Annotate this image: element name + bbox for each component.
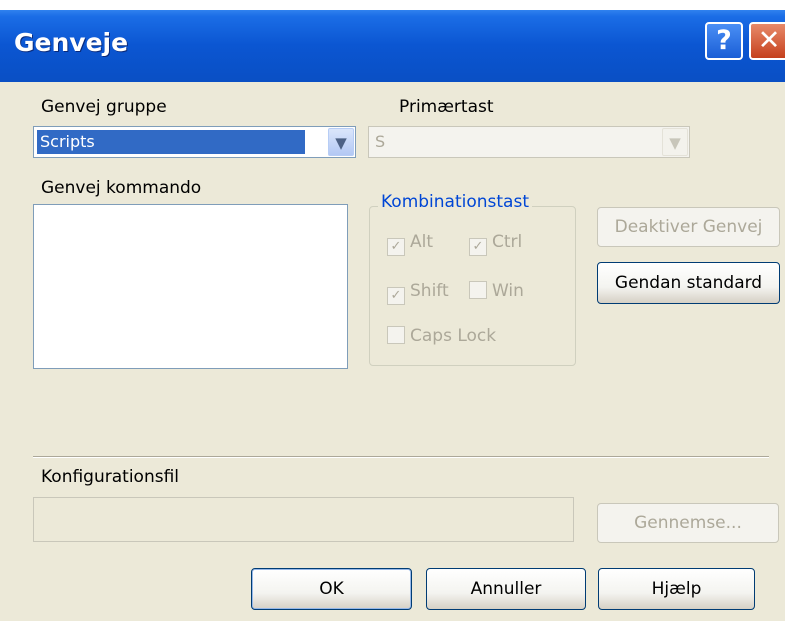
browse-button[interactable]: Gennemse... — [597, 503, 779, 543]
window-title: Genveje — [14, 28, 129, 57]
shift-label: Shift — [410, 281, 449, 301]
cancel-button[interactable]: Annuller — [426, 568, 586, 610]
group-label: Genvej gruppe — [41, 97, 167, 117]
alt-checkbox[interactable]: ✓ Alt — [387, 231, 433, 256]
chevron-down-icon[interactable]: ▼ — [328, 128, 354, 156]
checkbox-empty-icon — [387, 326, 405, 344]
chevron-down-icon[interactable]: ▼ — [662, 128, 688, 156]
alt-label: Alt — [410, 232, 434, 252]
group-select-value: Scripts — [37, 130, 305, 154]
shift-checkbox[interactable]: ✓ Shift — [387, 280, 449, 305]
caps-lock-label: Caps Lock — [410, 326, 497, 346]
divider — [33, 456, 769, 458]
close-button[interactable]: ✕ — [749, 22, 785, 60]
caps-lock-checkbox[interactable]: Caps Lock — [387, 325, 496, 347]
restore-default-button[interactable]: Gendan standard — [597, 262, 780, 304]
combination-group-title: Kombinationstast — [378, 192, 532, 212]
command-list[interactable] — [33, 204, 348, 369]
config-file-field — [33, 497, 574, 542]
win-label: Win — [492, 281, 524, 301]
primary-key-select[interactable]: S ▼ — [368, 126, 690, 158]
group-select[interactable]: Scripts ▼ — [33, 126, 356, 158]
check-icon: ✓ — [387, 287, 405, 305]
check-icon: ✓ — [387, 238, 405, 256]
ok-button[interactable]: OK — [251, 568, 412, 610]
ctrl-checkbox[interactable]: ✓ Ctrl — [469, 231, 522, 256]
checkbox-empty-icon — [469, 281, 487, 299]
title-bar: Genveje ? ✕ — [0, 0, 785, 82]
check-icon: ✓ — [469, 238, 487, 256]
disable-shortcut-button[interactable]: Deaktiver Genvej — [597, 207, 780, 247]
primary-key-value: S — [375, 132, 386, 151]
help-button[interactable]: Hjælp — [598, 568, 755, 610]
ctrl-label: Ctrl — [492, 232, 523, 252]
question-icon: ? — [716, 25, 732, 56]
primary-key-label: Primærtast — [399, 97, 494, 117]
help-title-button[interactable]: ? — [705, 22, 743, 60]
config-file-label: Konfigurationsfil — [41, 467, 180, 487]
dialog-window: Genveje ? ✕ Genvej gruppe Scripts ▼ Prim… — [0, 0, 785, 621]
close-icon: ✕ — [757, 25, 781, 56]
command-label: Genvej kommando — [41, 178, 202, 198]
win-checkbox[interactable]: Win — [469, 280, 524, 302]
